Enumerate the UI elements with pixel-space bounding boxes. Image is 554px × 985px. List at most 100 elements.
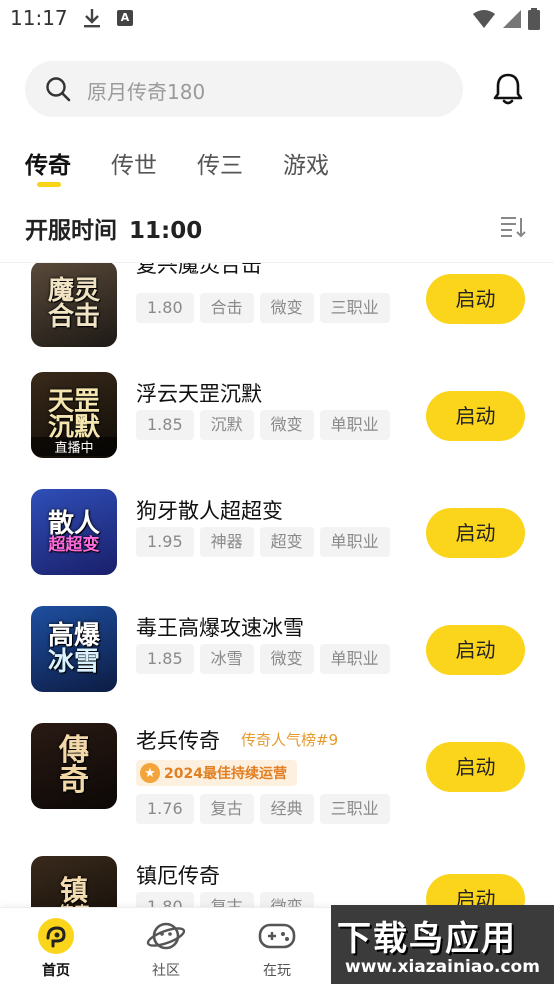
tag: 冰雪	[199, 644, 254, 674]
nav-community[interactable]: 社区	[126, 918, 206, 980]
game-name: 镇厄传奇	[136, 864, 220, 888]
game-icon-text: 奇	[59, 763, 89, 798]
launch-button[interactable]: 启动	[426, 274, 525, 324]
tag: 微变	[259, 892, 314, 908]
list-item[interactable]: 散人 超超变 狗牙散人超超变 1.95 神器 超变 单职业 启动	[0, 477, 554, 594]
status-right	[472, 8, 540, 30]
launch-button[interactable]: 启动	[426, 508, 525, 558]
search-icon	[45, 76, 71, 106]
game-name: 浮云天罡沉默	[136, 382, 262, 406]
tag: 三职业	[319, 794, 390, 824]
list-item[interactable]: 天罡 沉默 直播中 浮云天罡沉默 1.85 沉默 微变 单职业 启动	[0, 360, 554, 477]
open-time-value: 11:00	[129, 218, 203, 244]
launch-button[interactable]: 启动	[426, 742, 525, 792]
status-time: 11:17	[10, 6, 68, 30]
nav-label: 社区	[152, 963, 180, 979]
tag: 经典	[259, 794, 314, 824]
game-icon-text: 天罡	[47, 387, 100, 417]
planet-icon	[126, 918, 206, 954]
sort-icon[interactable]	[500, 215, 526, 243]
game-icon-text: 散人	[47, 508, 100, 539]
nav-label: 在玩	[263, 963, 291, 979]
open-time-filter[interactable]: 开服时间 11:00	[25, 211, 202, 245]
tag: 沉默	[199, 410, 254, 440]
list-item[interactable]: 傳奇 老兵传奇 传奇人气榜#9 ★ 2024最佳持续运营 1.76 复古 经典 …	[0, 711, 554, 847]
game-icon: 魔灵 合击	[31, 263, 117, 347]
version-tag: 1.85	[136, 644, 194, 674]
tag-list: 1.85 沉默 微变 单职业	[136, 410, 390, 440]
launch-button[interactable]: 启动	[426, 391, 525, 441]
game-icon: 散人 超超变	[31, 489, 117, 575]
game-icon-text: 魔灵	[47, 276, 100, 306]
status-bar: 11:17 A	[0, 0, 554, 40]
tag: 微变	[259, 644, 314, 674]
nav-playing[interactable]: 在玩	[237, 918, 317, 980]
launch-button[interactable]: 启动	[426, 874, 525, 908]
game-icon-text: 高爆	[47, 621, 100, 651]
game-icon: 高爆 冰雪	[31, 606, 117, 692]
award-text: 2024最佳持续运营	[164, 766, 287, 782]
nav-label: 首页	[42, 963, 70, 979]
game-icon-text: 冰雪	[47, 647, 100, 677]
signal-icon	[503, 10, 521, 28]
tag: 单职业	[319, 644, 390, 674]
game-icon: 镇传奇	[31, 856, 117, 908]
download-icon	[82, 7, 102, 33]
list-item[interactable]: 高爆 冰雪 毒王高爆攻速冰雪 1.85 冰雪 微变 单职业 启动	[0, 594, 554, 711]
tab-chuanshi[interactable]: 传世	[111, 146, 157, 180]
tag: 三职业	[319, 293, 390, 323]
tag-list: 1.80 复古 微变	[136, 892, 314, 908]
search-placeholder: 原月传奇180	[87, 80, 206, 104]
game-name: 复兴魔灵合击	[136, 262, 262, 277]
tag-list: 1.76 复古 经典 三职业	[136, 794, 390, 824]
game-icon-text: 镇	[59, 874, 88, 907]
game-icon-text: 傳	[59, 733, 89, 768]
game-name: 老兵传奇	[136, 729, 220, 753]
tag: 超变	[259, 527, 314, 557]
watermark-url: www.xiazainiao.com	[345, 957, 540, 977]
watermark: 下载鸟应用 www.xiazainiao.com	[331, 905, 554, 984]
watermark-title: 下载鸟应用	[337, 919, 517, 959]
tag: 合击	[199, 293, 254, 323]
star-icon: ★	[140, 763, 160, 783]
tag: 单职业	[319, 410, 390, 440]
tag: 微变	[259, 293, 314, 323]
open-time-label: 开服时间	[25, 218, 117, 244]
app-notification-icon: A	[117, 10, 133, 26]
tag: 单职业	[319, 527, 390, 557]
version-tag: 1.80	[136, 892, 194, 908]
tag: 复古	[199, 794, 254, 824]
battery-icon	[528, 8, 540, 30]
game-icon: 天罡 沉默 直播中	[31, 372, 117, 458]
gamepad-icon	[237, 918, 317, 954]
launch-button[interactable]: 启动	[426, 625, 525, 675]
nav-home[interactable]: 首页	[16, 918, 96, 980]
game-name: 狗牙散人超超变	[136, 499, 283, 523]
game-icon-text: 合击	[47, 302, 100, 332]
live-badge: 直播中	[31, 437, 117, 456]
tag: 神器	[199, 527, 254, 557]
game-list[interactable]: 魔灵 合击 复兴魔灵合击 1.80 合击 微变 三职业 启动 天罡 沉默 直播中 浮…	[0, 262, 554, 908]
game-icon: 傳奇	[31, 723, 117, 809]
version-tag: 1.80	[136, 293, 194, 323]
version-tag: 1.95	[136, 527, 194, 557]
tab-games[interactable]: 游戏	[283, 146, 329, 180]
tag-list: 1.85 冰雪 微变 单职业	[136, 644, 390, 674]
tag-list: 1.95 神器 超变 单职业	[136, 527, 390, 557]
search-bar[interactable]: 原月传奇180	[25, 61, 463, 117]
award-badge: ★ 2024最佳持续运营	[136, 760, 297, 786]
tag: 复古	[199, 892, 254, 908]
list-item[interactable]: 魔灵 合击 复兴魔灵合击 1.80 合击 微变 三职业 启动	[0, 262, 554, 360]
game-icon-text: 超超变	[48, 534, 100, 555]
notification-bell-icon[interactable]	[492, 72, 524, 110]
tag: 微变	[259, 410, 314, 440]
list-item[interactable]: 镇传奇 镇厄传奇 1.80 复古 微变 启动	[0, 847, 554, 908]
version-tag: 1.85	[136, 410, 194, 440]
home-icon	[16, 918, 96, 954]
rank-label: 传奇人气榜#9	[241, 731, 339, 749]
tab-chuanqi[interactable]: 传奇	[25, 146, 71, 180]
wifi-icon	[473, 10, 495, 28]
tab-underline	[37, 182, 61, 187]
tab-chuansan[interactable]: 传三	[197, 146, 243, 180]
game-name: 毒王高爆攻速冰雪	[136, 616, 304, 640]
